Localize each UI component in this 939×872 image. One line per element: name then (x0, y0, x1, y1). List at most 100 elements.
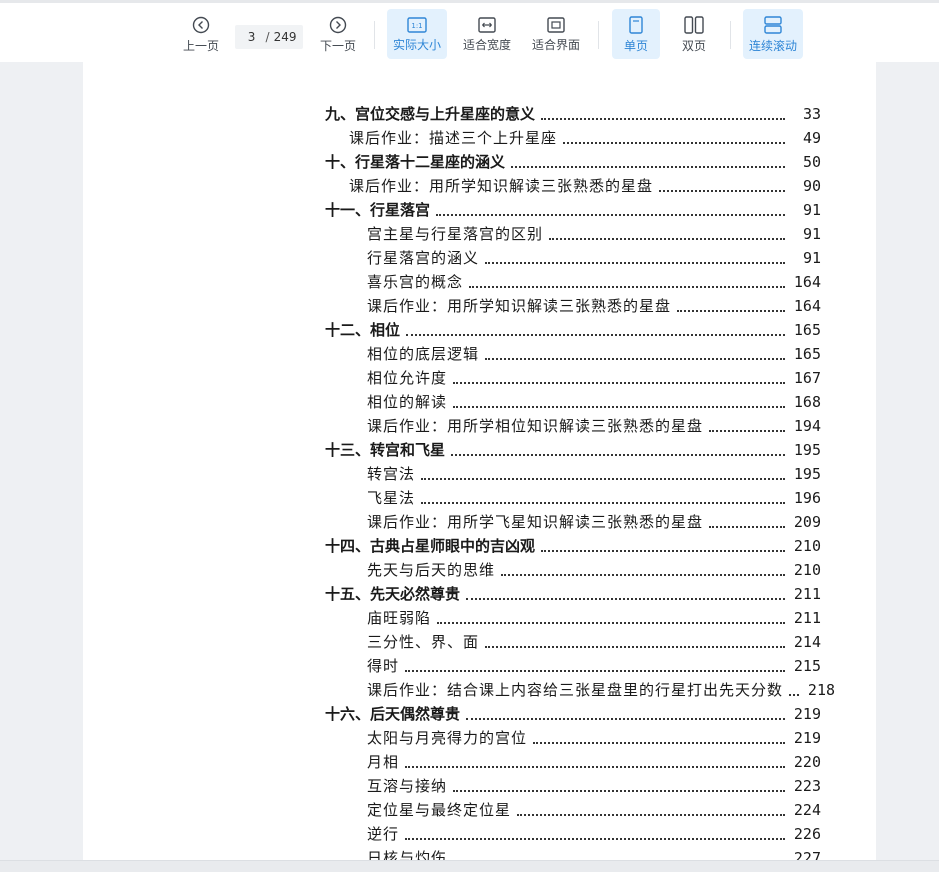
toc-entry-title: 相位的解读 (367, 393, 448, 411)
horizontal-scrollbar[interactable] (0, 860, 939, 872)
toc-leader-dots (453, 790, 785, 792)
toc-entry-title: 课后作业：用所学知识解读三张熟悉的星盘 (367, 297, 672, 315)
table-of-contents: 九、宫位交感与上升星座的意义 33 课后作业：描述三个上升星座 49 十、行星落十二星座… (325, 99, 835, 860)
toc-entry-page: 210 (793, 537, 821, 555)
page-number-input[interactable] (241, 30, 262, 44)
next-page-label: 下一页 (319, 38, 356, 53)
fit-page-button[interactable]: 适合界面 (526, 9, 586, 59)
toc-entry[interactable]: 十四、古典占星师眼中的吉凶观 210 (325, 531, 821, 555)
toc-entry-page: 223 (793, 777, 821, 795)
toc-leader-dots (421, 478, 785, 480)
toc-entry-page: 91 (802, 225, 821, 243)
toc-entry-title: 先天与后天的思维 (367, 561, 496, 579)
toc-entry[interactable]: 课后作业：用所学知识解读三张熟悉的星盘 90 (325, 171, 821, 195)
toc-entry[interactable]: 月相 220 (325, 747, 821, 771)
prev-page-button[interactable]: 上一页 (176, 9, 226, 59)
toc-entry-title: 喜乐宫的概念 (367, 273, 464, 291)
single-page-button[interactable]: 单页 (612, 9, 660, 59)
toc-entry[interactable]: 九、宫位交感与上升星座的意义 33 (325, 99, 821, 123)
toc-entry[interactable]: 十一、行星落宫 91 (325, 195, 821, 219)
toc-entry-page: 195 (793, 441, 821, 459)
toc-leader-dots (453, 382, 785, 384)
toc-entry-page: 164 (793, 273, 821, 291)
toc-entry-title: 十二、相位 (325, 321, 401, 339)
toc-entry-title: 太阳与月亮得力的宫位 (367, 729, 528, 747)
toc-entry[interactable]: 庙旺弱陷 211 (325, 603, 821, 627)
toc-entry[interactable]: 十五、先天必然尊贵 211 (325, 579, 821, 603)
toc-entry[interactable]: 太阳与月亮得力的宫位 219 (325, 723, 821, 747)
toc-entry-title: 相位的底层逻辑 (367, 345, 480, 363)
fit-width-icon (478, 16, 496, 33)
single-page-label: 单页 (623, 38, 648, 53)
toc-entry[interactable]: 日核与灼伤 227 (325, 843, 821, 860)
actual-size-button[interactable]: 1:1 实际大小 (387, 9, 447, 59)
toc-leader-dots (541, 550, 785, 552)
toc-entry[interactable]: 课后作业：描述三个上升星座 49 (325, 123, 821, 147)
toolbar-divider (598, 21, 599, 49)
fit-page-icon (547, 16, 565, 33)
toc-entry[interactable]: 相位允许度 167 (325, 363, 821, 387)
toc-entry-title: 十五、先天必然尊贵 (325, 585, 461, 603)
fit-width-label: 适合宽度 (462, 37, 511, 52)
toc-entry-page: 50 (802, 153, 821, 171)
fit-width-button[interactable]: 适合宽度 (457, 9, 517, 59)
toc-leader-dots (511, 166, 785, 168)
toc-entry[interactable]: 十、行星落十二星座的涵义 50 (325, 147, 821, 171)
toc-entry-page: 196 (793, 489, 821, 507)
toc-entry-page: 220 (793, 753, 821, 771)
toc-entry-page: 167 (793, 369, 821, 387)
toc-leader-dots (485, 262, 785, 264)
toc-entry-title: 互溶与接纳 (367, 777, 448, 795)
next-page-button[interactable]: 下一页 (313, 9, 363, 59)
toc-entry-title: 飞星法 (367, 489, 416, 507)
toc-entry-title: 十、行星落十二星座的涵义 (325, 153, 506, 171)
toc-entry-page: 195 (793, 465, 821, 483)
toc-leader-dots (466, 598, 785, 600)
toc-entry[interactable]: 行星落宫的涵义 91 (325, 243, 821, 267)
toc-entry-page: 165 (793, 321, 821, 339)
toc-entry[interactable]: 喜乐宫的概念 164 (325, 267, 821, 291)
toc-entry[interactable]: 宫主星与行星落宫的区别 91 (325, 219, 821, 243)
toc-entry[interactable]: 相位的解读 168 (325, 387, 821, 411)
toc-entry-page: 33 (802, 105, 821, 123)
toc-entry[interactable]: 定位星与最终定位星 224 (325, 795, 821, 819)
toc-entry[interactable]: 课后作业：用所学相位知识解读三张熟悉的星盘 194 (325, 411, 821, 435)
toc-entry[interactable]: 先天与后天的思维 210 (325, 555, 821, 579)
chevron-left-circle-icon (192, 16, 210, 33)
toc-entry-title: 课后作业：用所学飞星知识解读三张熟悉的星盘 (367, 513, 704, 531)
toc-entry[interactable]: 课后作业：用所学知识解读三张熟悉的星盘 164 (325, 291, 821, 315)
toc-entry-title: 宫主星与行星落宫的区别 (367, 225, 544, 243)
toc-leader-dots (485, 646, 785, 648)
toc-entry[interactable]: 三分性、界、面 214 (325, 627, 821, 651)
toc-entry[interactable]: 课后作业：用所学飞星知识解读三张熟悉的星盘 209 (325, 507, 821, 531)
toc-leader-dots (405, 670, 785, 672)
toc-leader-dots (451, 454, 785, 456)
toc-entry[interactable]: 十三、转宫和飞星 195 (325, 435, 821, 459)
toc-leader-dots (469, 286, 785, 288)
toc-entry-page: 211 (793, 585, 821, 603)
toc-entry-title: 月相 (367, 753, 400, 771)
toc-entry[interactable]: 课后作业：结合课上内容给三张星盘里的行星打出先天分数 218 (325, 675, 835, 699)
toc-leader-dots (405, 766, 785, 768)
actual-size-icon: 1:1 (407, 16, 427, 33)
toc-entry-page: 90 (802, 177, 821, 195)
toc-entry[interactable]: 飞星法 196 (325, 483, 821, 507)
toc-entry[interactable]: 转宫法 195 (325, 459, 821, 483)
toc-entry-page: 218 (807, 681, 836, 699)
double-page-button[interactable]: 双页 (670, 9, 718, 59)
toc-entry[interactable]: 十二、相位 165 (325, 315, 821, 339)
toc-entry-title: 庙旺弱陷 (367, 609, 432, 627)
document-viewer[interactable]: 九、宫位交感与上升星座的意义 33 课后作业：描述三个上升星座 49 十、行星落十二星座… (0, 62, 939, 860)
toc-entry[interactable]: 互溶与接纳 223 (325, 771, 821, 795)
toc-leader-dots (501, 574, 785, 576)
toc-entry[interactable]: 得时 215 (325, 651, 821, 675)
toc-leader-dots (533, 742, 785, 744)
toc-entry-title: 转宫法 (367, 465, 416, 483)
continuous-scroll-button[interactable]: 连续滚动 (743, 9, 803, 59)
toc-entry-page: 168 (793, 393, 821, 411)
toc-leader-dots (709, 526, 785, 528)
toc-entry-page: 91 (802, 249, 821, 267)
toc-entry[interactable]: 相位的底层逻辑 165 (325, 339, 821, 363)
toc-entry[interactable]: 十六、后天偶然尊贵 219 (325, 699, 821, 723)
toc-entry[interactable]: 逆行 226 (325, 819, 821, 843)
